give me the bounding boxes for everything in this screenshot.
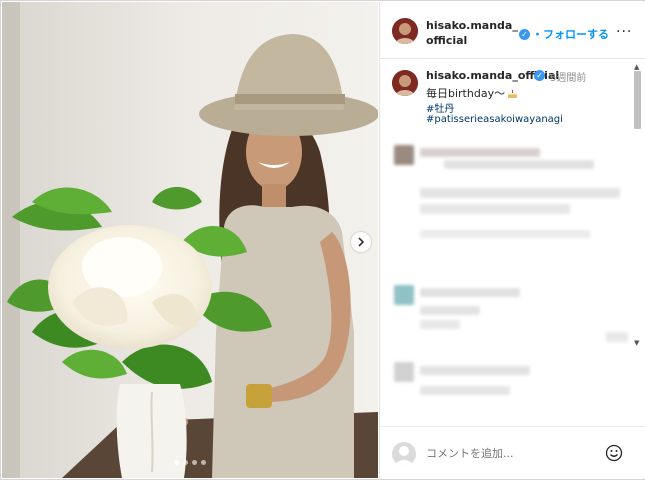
blurred-comment — [444, 160, 594, 169]
avatar[interactable] — [392, 18, 418, 44]
scroll-down-arrow-icon[interactable]: ▼ — [634, 339, 639, 347]
hashtag-link[interactable]: #patisserieasakoiwayanagi — [426, 114, 563, 125]
comments-scrollbar[interactable]: ▲ ▼ — [632, 59, 643, 349]
post-photo-image — [2, 2, 378, 478]
post-header: hisako.manda_official ✓ ・フォローする ··· — [380, 2, 645, 59]
carousel-next-button[interactable] — [351, 232, 371, 252]
blurred-avatar — [394, 362, 414, 382]
follow-button[interactable]: ・フォローする — [532, 26, 609, 42]
blurred-comment — [420, 306, 480, 315]
blurred-comment — [420, 188, 620, 198]
blurred-avatar — [394, 145, 414, 165]
caption-text: 毎日birthday〜 — [426, 85, 518, 101]
scroll-up-arrow-icon[interactable]: ▲ — [634, 63, 639, 71]
verified-badge-icon: ✓ — [519, 29, 530, 40]
chevron-right-icon — [358, 237, 365, 247]
blurred-comment — [420, 230, 590, 238]
blurred-comment — [420, 386, 510, 395]
comment-bar — [380, 426, 645, 479]
header-username[interactable]: hisako.manda_official — [426, 18, 522, 48]
scroll-thumb[interactable] — [634, 71, 641, 129]
post-side-panel: hisako.manda_official ✓ ・フォローする ··· hisa… — [379, 2, 645, 478]
more-dots-icon[interactable]: ··· — [616, 24, 632, 40]
post-caption: hisako.manda_official ✓ 5週間前 毎日birthday〜… — [380, 59, 645, 141]
verified-badge-icon: ✓ — [534, 70, 545, 81]
smile-icon[interactable] — [605, 444, 623, 462]
carousel-dot[interactable] — [174, 460, 179, 465]
comment-input[interactable] — [426, 447, 596, 460]
instagram-post-embed: hisako.manda_official ✓ ・フォローする ··· hisa… — [0, 0, 645, 480]
hashtag-link[interactable]: #牡丹 — [426, 100, 454, 115]
blurred-avatar — [394, 285, 414, 305]
caption-body: 毎日birthday〜 — [426, 87, 506, 100]
post-photo[interactable] — [2, 2, 378, 478]
blurred-comment — [420, 288, 520, 297]
blurred-comment — [420, 148, 540, 157]
blurred-like — [606, 332, 628, 342]
birthday-cake-icon — [508, 90, 518, 98]
blurred-comment — [420, 320, 460, 329]
carousel-dot[interactable] — [201, 460, 206, 465]
post-timestamp[interactable]: 5週間前 — [550, 69, 586, 84]
user-avatar-placeholder-icon — [392, 442, 416, 466]
blurred-comment — [420, 366, 530, 375]
carousel-dot[interactable] — [192, 460, 197, 465]
carousel-dots — [174, 460, 206, 465]
carousel-dot[interactable] — [183, 460, 188, 465]
blurred-comment — [420, 204, 570, 214]
avatar[interactable] — [392, 70, 418, 96]
